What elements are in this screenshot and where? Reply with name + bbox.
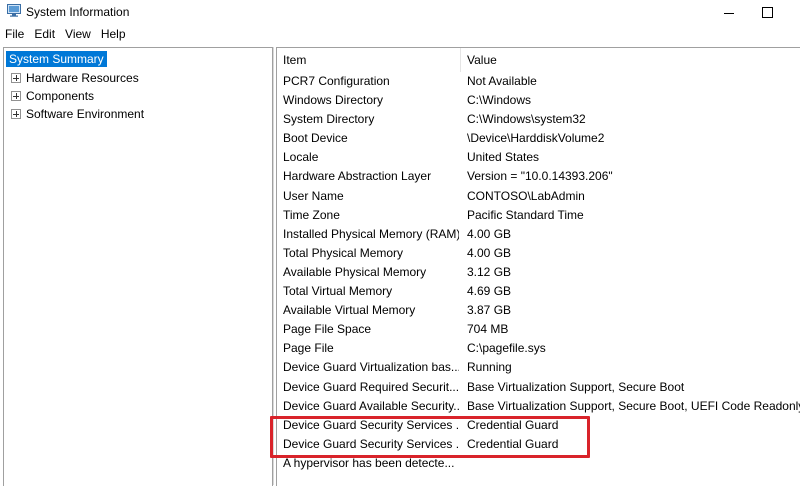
column-header-value[interactable]: Value [461, 48, 800, 72]
table-row[interactable]: Installed Physical Memory (RAM) 4.00 GB [277, 225, 800, 244]
table-row[interactable]: Available Physical Memory 3.12 GB [277, 263, 800, 282]
row-item-cell: User Name [283, 188, 344, 203]
row-value-cell: Version = "10.0.14393.206" [467, 169, 613, 184]
tree-item-label: Software Environment [26, 107, 145, 121]
menu-view[interactable]: View [60, 24, 96, 44]
row-value-cell: 3.87 GB [467, 303, 512, 318]
plus-expander-icon[interactable] [11, 109, 21, 119]
table-row[interactable]: Windows Directory C:\Windows [277, 91, 800, 110]
table-row[interactable]: Total Virtual Memory 4.69 GB [277, 282, 800, 301]
row-item-cell: Available Physical Memory [283, 264, 427, 279]
table-row[interactable]: Total Physical Memory 4.00 GB [277, 244, 800, 263]
row-item-cell: Device Guard Virtualization bas... [283, 360, 459, 375]
table-row[interactable]: Boot Device \Device\HarddiskVolume2 [277, 129, 800, 148]
plus-expander-icon[interactable] [11, 73, 21, 83]
row-item-cell: Time Zone [283, 207, 340, 222]
menu-edit[interactable]: Edit [29, 24, 60, 44]
annotation-highlight-box [270, 416, 590, 458]
row-value-cell: 4.69 GB [467, 284, 512, 299]
row-value-cell: Not Available [467, 74, 537, 88]
row-value-cell: United States [467, 150, 540, 165]
maximize-button[interactable] [744, 0, 790, 24]
row-item-cell: Page File Space [283, 322, 372, 337]
tree-item-hardware-resources[interactable]: Hardware Resources [11, 70, 139, 86]
row-item-cell: System Directory [283, 112, 375, 127]
category-tree: System Summary Hardware Resources Compon… [3, 47, 273, 486]
row-item-cell: Locale [283, 150, 319, 165]
row-value-cell: C:\Windows [467, 93, 532, 108]
table-row[interactable]: Available Virtual Memory 3.87 GB [277, 301, 800, 320]
tree-item-software-environment[interactable]: Software Environment [11, 106, 144, 122]
window-title: System Information [26, 5, 130, 19]
row-value-cell: 704 MB [467, 322, 509, 337]
table-row[interactable]: Device Guard Available Security... Base V… [277, 397, 800, 416]
row-item-cell: Page File [283, 341, 334, 356]
table-row[interactable]: PCR7 Configuration Not Available [277, 72, 800, 91]
row-value-cell: Base Virtualization Support, Secure Boot… [467, 398, 800, 413]
row-item-cell: Windows Directory [283, 93, 384, 108]
row-value-cell: 4.00 GB [467, 226, 512, 241]
menu-help[interactable]: Help [96, 24, 131, 44]
row-item-cell: Device Guard Required Securit... [283, 379, 459, 394]
table-row[interactable]: Locale United States [277, 148, 800, 167]
table-body: PCR7 Configuration Not Available Windows D… [277, 72, 800, 473]
row-value-cell: CONTOSO\LabAdmin [467, 188, 585, 203]
row-value-cell: 3.12 GB [467, 264, 512, 279]
title-bar: System Information [0, 0, 800, 24]
table-row[interactable]: Hardware Abstraction Layer Version = "10.… [277, 167, 800, 186]
row-value-cell: C:\Windows\system32 [467, 112, 586, 127]
tree-item-system-summary[interactable]: System Summary [6, 51, 107, 67]
table-row[interactable]: Device Guard Virtualization bas... Runnin… [277, 358, 800, 377]
row-item-cell: PCR7 Configuration [283, 74, 390, 88]
row-item-cell: Total Virtual Memory [283, 284, 393, 299]
table-row[interactable]: Page File Space 704 MB [277, 320, 800, 339]
table-row[interactable]: User Name CONTOSO\LabAdmin [277, 187, 800, 206]
menu-bar: File Edit View Help [0, 24, 800, 44]
row-item-cell: Hardware Abstraction Layer [283, 169, 432, 184]
row-item-cell: Total Physical Memory [283, 245, 404, 260]
row-item-cell: Boot Device [283, 131, 348, 146]
tree-item-label: Hardware Resources [26, 71, 139, 85]
row-value-cell: 4.00 GB [467, 245, 512, 260]
row-item-cell: Installed Physical Memory (RAM) [283, 226, 459, 241]
row-value-cell: \Device\HarddiskVolume2 [467, 131, 605, 146]
tree-item-components[interactable]: Components [11, 88, 94, 104]
table-row[interactable]: System Directory C:\Windows\system32 [277, 110, 800, 129]
table-row[interactable]: Time Zone Pacific Standard Time [277, 206, 800, 225]
row-value-cell: Running [467, 360, 512, 375]
row-value-cell: Pacific Standard Time [467, 207, 584, 222]
menu-file[interactable]: File [0, 24, 29, 44]
row-item-cell: Device Guard Available Security... [283, 398, 459, 413]
system-information-icon [7, 4, 21, 17]
row-value-cell: C:\pagefile.sys [467, 341, 546, 356]
plus-expander-icon[interactable] [11, 91, 21, 101]
minimize-icon [724, 12, 734, 14]
maximize-icon [761, 6, 773, 18]
row-value-cell: Base Virtualization Support, Secure Boot [467, 379, 685, 394]
table-row[interactable]: Page File C:\pagefile.sys [277, 339, 800, 358]
row-item-cell: Available Virtual Memory [283, 303, 416, 318]
column-header-item[interactable]: Item [277, 48, 461, 72]
table-row[interactable]: Device Guard Required Securit... Base Vir… [277, 378, 800, 397]
tree-item-label: Components [26, 89, 95, 103]
